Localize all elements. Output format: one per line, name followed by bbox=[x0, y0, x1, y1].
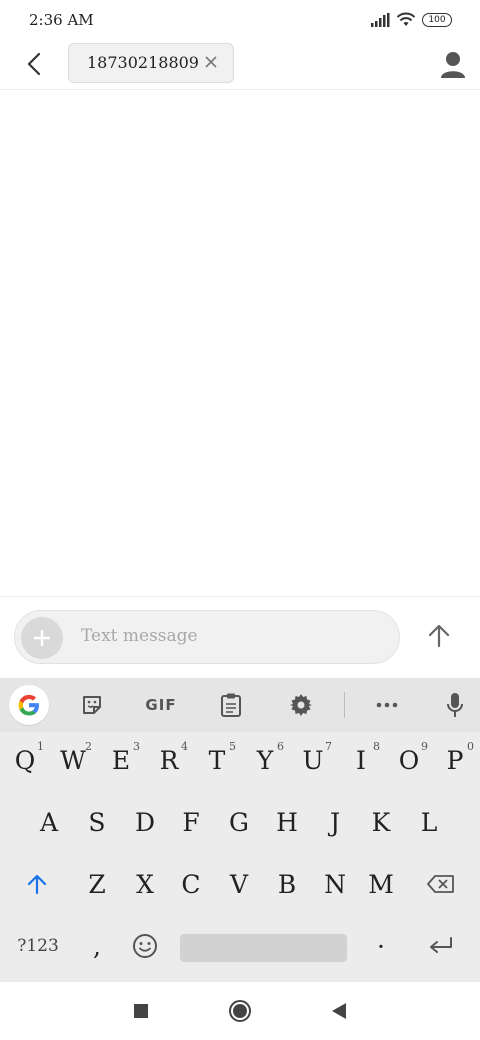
status-icons: 100 bbox=[370, 12, 452, 27]
backspace-key[interactable] bbox=[418, 856, 464, 912]
key-j[interactable]: J bbox=[312, 794, 358, 850]
key-q[interactable]: Q1 bbox=[2, 732, 48, 788]
recents-button[interactable] bbox=[128, 998, 154, 1024]
back-button[interactable] bbox=[18, 48, 50, 80]
recipient-chip[interactable]: 18730218809 bbox=[68, 43, 234, 83]
key-a[interactable]: A bbox=[26, 794, 72, 850]
more-button[interactable] bbox=[370, 688, 404, 722]
key-o[interactable]: O9 bbox=[386, 732, 432, 788]
key-x[interactable]: X bbox=[122, 856, 168, 912]
key-e[interactable]: E3 bbox=[98, 732, 144, 788]
more-icon bbox=[376, 702, 398, 708]
sticker-icon bbox=[83, 696, 101, 714]
period-key[interactable]: · bbox=[358, 918, 404, 974]
navigation-bar bbox=[0, 982, 480, 1040]
comma-key[interactable]: , bbox=[74, 918, 120, 974]
key-u[interactable]: U7 bbox=[290, 732, 336, 788]
back-triangle-icon bbox=[332, 1003, 346, 1019]
home-circle-icon bbox=[229, 1000, 251, 1022]
keyboard: GIF Q 1 W 2 E 3 R 4 T 5 Y 6 U 7 I 8 O 9 … bbox=[0, 678, 480, 982]
backspace-icon bbox=[427, 875, 454, 893]
key-l[interactable]: L bbox=[406, 794, 452, 850]
key-d[interactable]: D bbox=[122, 794, 168, 850]
person-icon[interactable] bbox=[440, 50, 466, 80]
wifi-icon bbox=[396, 12, 416, 26]
google-icon bbox=[18, 694, 39, 716]
plus-icon bbox=[33, 629, 51, 647]
symbols-key[interactable]: ?123 bbox=[10, 918, 66, 974]
key-n[interactable]: N bbox=[312, 856, 358, 912]
key-i[interactable]: I8 bbox=[338, 732, 384, 788]
enter-icon bbox=[430, 937, 452, 953]
back-arrow-icon bbox=[27, 52, 41, 76]
key-c[interactable]: C bbox=[168, 856, 214, 912]
close-icon[interactable] bbox=[203, 54, 219, 70]
message-placeholder: Text message bbox=[81, 626, 198, 646]
key-h[interactable]: H bbox=[264, 794, 310, 850]
gif-button[interactable]: GIF bbox=[143, 688, 179, 722]
key-g[interactable]: G bbox=[216, 794, 262, 850]
spacebar[interactable] bbox=[180, 934, 347, 962]
toolbar-divider bbox=[344, 692, 345, 718]
battery-level: 100 bbox=[428, 14, 446, 25]
key-m[interactable]: M bbox=[358, 856, 404, 912]
emoji-key[interactable] bbox=[122, 918, 168, 974]
enter-key[interactable] bbox=[418, 918, 464, 974]
key-w[interactable]: W2 bbox=[50, 732, 96, 788]
settings-button[interactable] bbox=[284, 688, 318, 722]
home-button[interactable] bbox=[227, 998, 253, 1024]
emoji-icon bbox=[133, 934, 157, 958]
clipboard-button[interactable] bbox=[214, 688, 248, 722]
clipboard-icon bbox=[221, 693, 241, 717]
keyboard-toolbar: GIF bbox=[0, 678, 480, 732]
status-time: 2:36 AM bbox=[29, 11, 94, 29]
send-arrow-icon[interactable] bbox=[422, 619, 456, 653]
key-f[interactable]: F bbox=[168, 794, 214, 850]
recipient-number: 18730218809 bbox=[87, 53, 199, 72]
key-b[interactable]: B bbox=[264, 856, 310, 912]
key-p[interactable]: P0 bbox=[432, 732, 478, 788]
battery-icon: 100 bbox=[422, 12, 452, 27]
key-s[interactable]: S bbox=[74, 794, 120, 850]
google-button[interactable] bbox=[9, 685, 49, 725]
key-z[interactable]: Z bbox=[74, 856, 120, 912]
recents-square-icon bbox=[134, 1004, 148, 1018]
nav-back-button[interactable] bbox=[326, 998, 352, 1024]
key-v[interactable]: V bbox=[216, 856, 262, 912]
add-attachment-button[interactable] bbox=[21, 617, 63, 659]
shift-key[interactable] bbox=[14, 856, 60, 912]
sticker-button[interactable] bbox=[75, 688, 109, 722]
mic-icon bbox=[447, 693, 463, 717]
compose-bar: Text message bbox=[0, 596, 480, 676]
key-k[interactable]: K bbox=[358, 794, 404, 850]
shift-arrow-icon bbox=[27, 874, 47, 895]
voice-input-button[interactable] bbox=[438, 688, 472, 722]
key-r[interactable]: R4 bbox=[146, 732, 192, 788]
key-y[interactable]: Y6 bbox=[242, 732, 288, 788]
message-input[interactable]: Text message bbox=[14, 610, 400, 664]
conversation-header: 18730218809 bbox=[0, 40, 480, 90]
status-bar: 2:36 AM 100 bbox=[0, 0, 480, 40]
gif-label: GIF bbox=[145, 696, 177, 714]
signal-icon bbox=[371, 12, 390, 27]
gear-icon bbox=[290, 694, 312, 716]
key-t[interactable]: T5 bbox=[194, 732, 240, 788]
